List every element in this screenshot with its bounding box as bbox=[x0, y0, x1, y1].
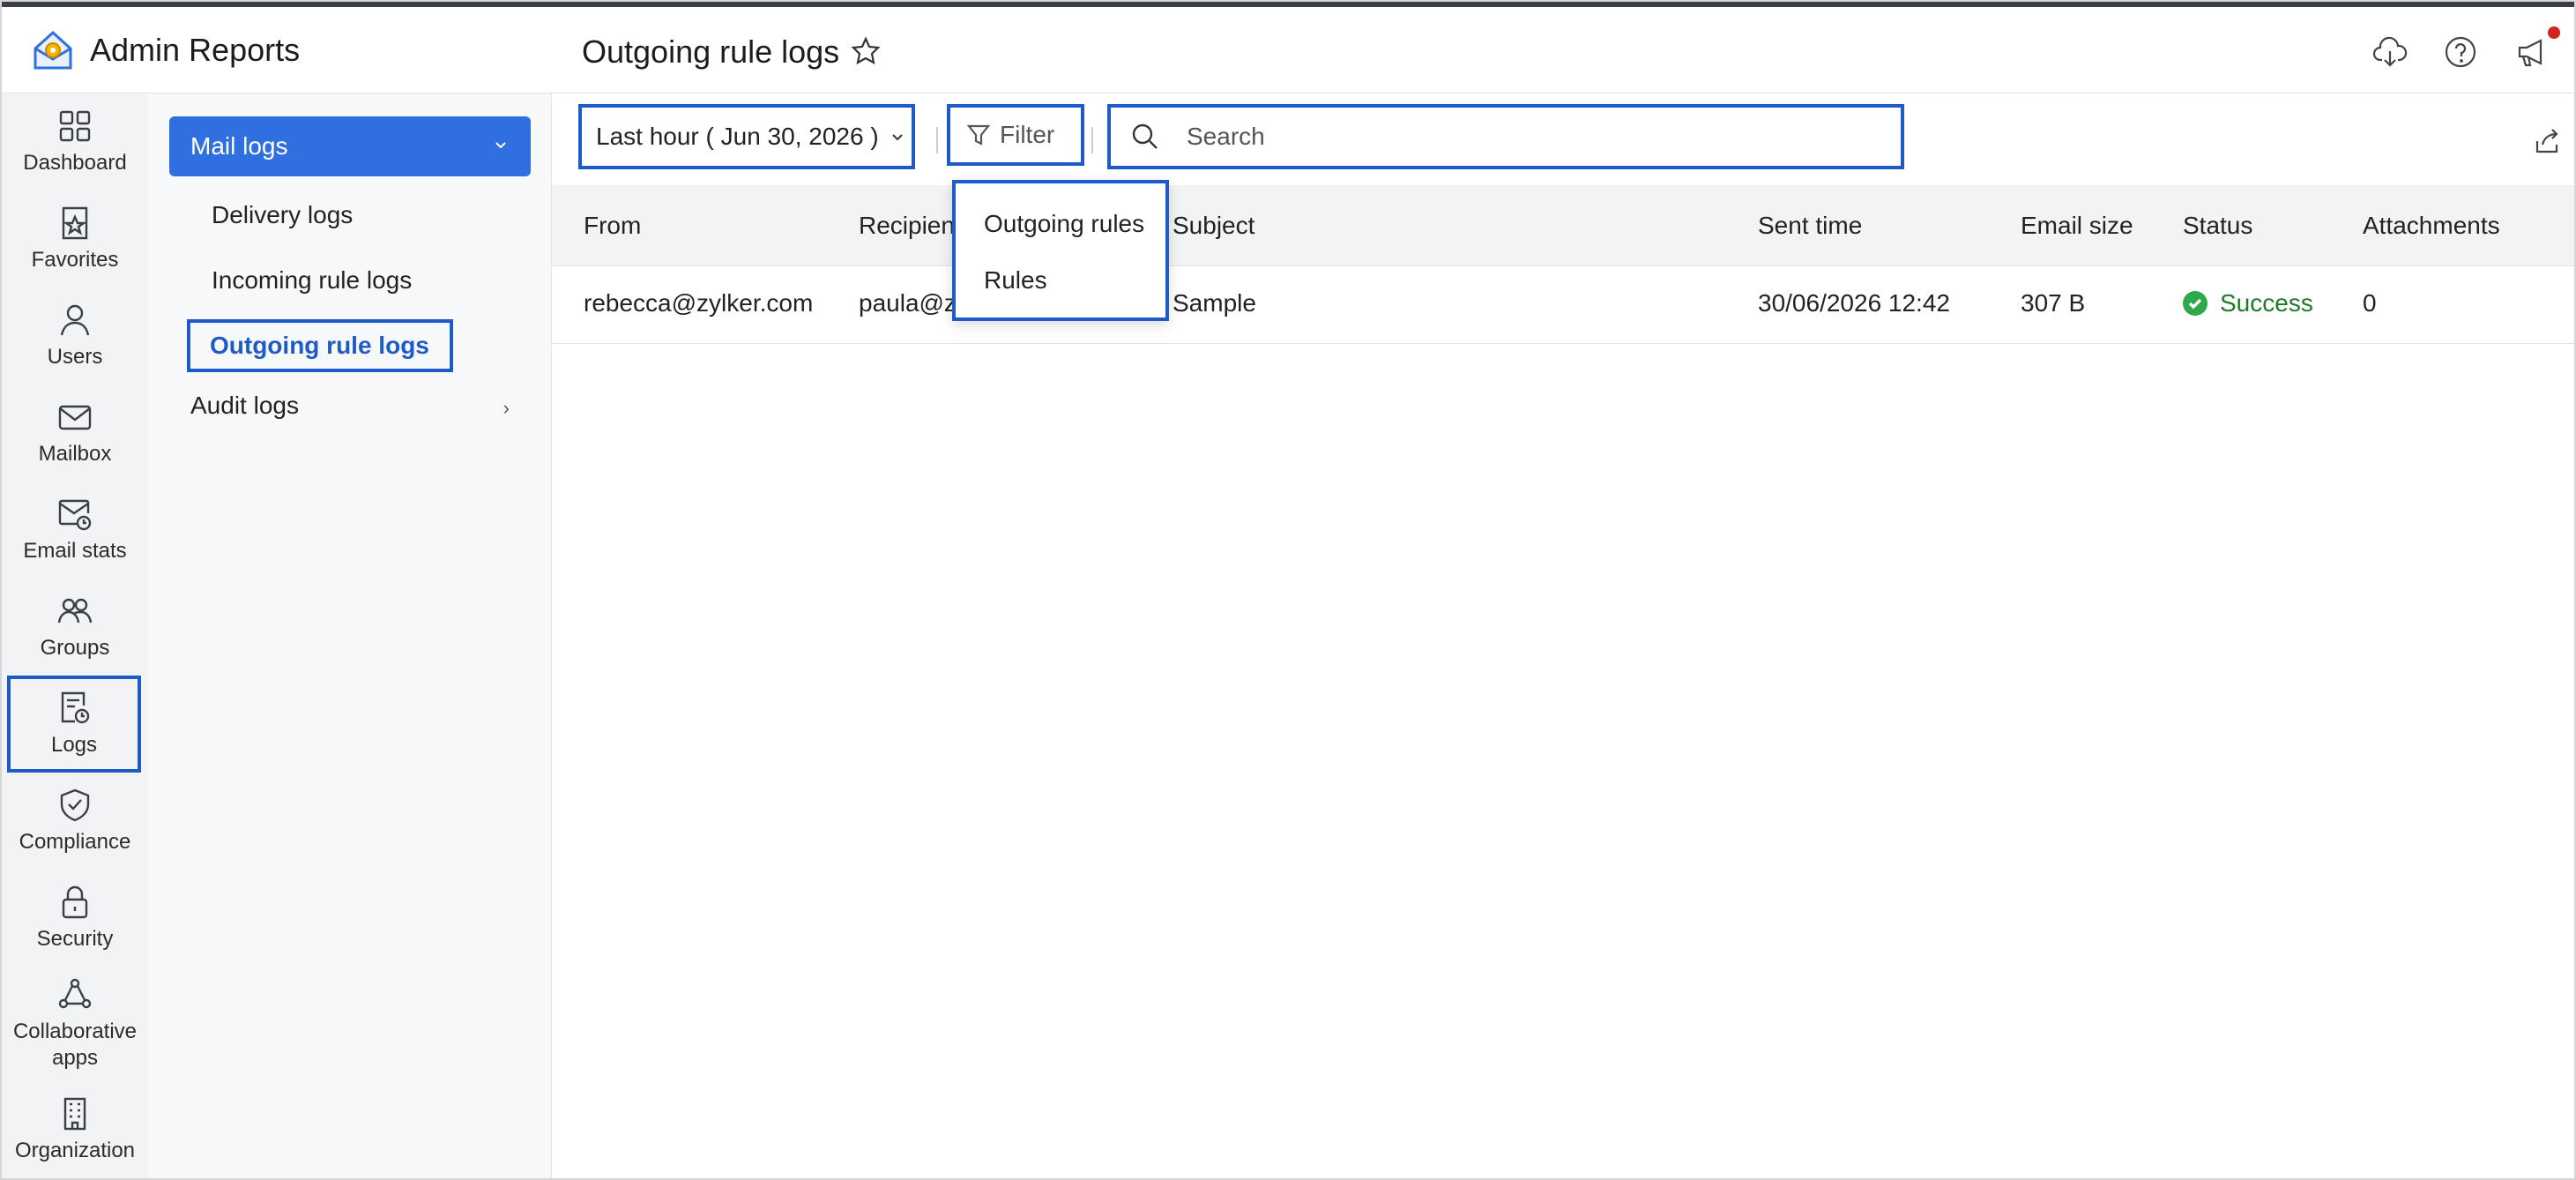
rail-label: Users bbox=[47, 345, 103, 369]
rail-item-groups[interactable]: Groups bbox=[2, 579, 148, 676]
admin-reports-logo-icon bbox=[34, 30, 72, 69]
filter-icon bbox=[966, 124, 991, 146]
cloud-download-icon bbox=[2372, 36, 2408, 67]
rail-label: Dashboard bbox=[23, 151, 127, 175]
favorites-icon bbox=[62, 206, 88, 240]
filter-label: Filter bbox=[1000, 121, 1055, 148]
cell-email-size: 307 B bbox=[2021, 289, 2086, 317]
status-badge: Success bbox=[2183, 289, 2313, 317]
divider bbox=[1091, 127, 1093, 153]
mail-icon bbox=[58, 405, 92, 430]
column-header-from[interactable]: From bbox=[584, 212, 641, 240]
rail-item-email-stats[interactable]: Email stats bbox=[2, 482, 148, 579]
shield-check-icon bbox=[60, 788, 90, 822]
app-window: Admin Reports Dashboard Favorites Users … bbox=[0, 0, 2576, 1180]
rail-item-collaborative-apps[interactable]: Collaborative apps bbox=[2, 967, 148, 1081]
column-header-status[interactable]: Status bbox=[2183, 212, 2252, 240]
search-icon bbox=[1132, 123, 1158, 149]
chevron-down-icon bbox=[495, 142, 506, 149]
rail-label: Groups bbox=[40, 636, 110, 660]
rail-label: Favorites bbox=[31, 248, 119, 272]
page-header: Outgoing rule logs bbox=[552, 7, 2574, 93]
audit-logs-item[interactable]: Audit logs › bbox=[190, 392, 510, 420]
table-header: From Recipient Subject Sent time Email s… bbox=[552, 185, 2574, 266]
column-header-attachments[interactable]: Attachments bbox=[2363, 212, 2500, 240]
cell-subject: Sample bbox=[1173, 289, 1256, 317]
mail-logs-label: Mail logs bbox=[190, 132, 288, 160]
megaphone-icon bbox=[2518, 39, 2542, 67]
column-header-subject[interactable]: Subject bbox=[1173, 212, 1254, 240]
share-export-icon bbox=[2535, 129, 2558, 153]
rail-item-logs[interactable]: Logs bbox=[7, 676, 141, 773]
column-header-sent-time[interactable]: Sent time bbox=[1758, 212, 1862, 240]
divider bbox=[936, 127, 938, 153]
column-header-email-size[interactable]: Email size bbox=[2021, 212, 2133, 240]
filter-button[interactable]: Filter bbox=[947, 104, 1084, 166]
help-icon bbox=[2445, 36, 2476, 68]
user-icon bbox=[60, 304, 90, 336]
rail-item-compliance[interactable]: Compliance bbox=[2, 773, 148, 870]
cell-attachments: 0 bbox=[2363, 289, 2377, 317]
rail-label: Security bbox=[36, 927, 114, 951]
rail-item-mailbox[interactable]: Mailbox bbox=[2, 385, 148, 482]
logs-table: From Recipient Subject Sent time Email s… bbox=[552, 185, 2574, 1178]
status-text: Success bbox=[2220, 289, 2313, 317]
icon-rail: Dashboard Favorites Users Mailbox Email … bbox=[2, 93, 148, 1178]
rail-label: Email stats bbox=[23, 539, 127, 563]
app-title: Admin Reports bbox=[90, 31, 301, 68]
star-icon[interactable] bbox=[850, 35, 882, 67]
mail-clock-icon bbox=[58, 499, 92, 531]
rail-item-users[interactable]: Users bbox=[2, 288, 148, 385]
sub-item-delivery-logs[interactable]: Delivery logs bbox=[212, 201, 353, 229]
announcements-button[interactable] bbox=[2514, 34, 2551, 71]
mail-logs-group-button[interactable]: Mail logs bbox=[169, 116, 531, 176]
brand: Admin Reports bbox=[2, 7, 552, 93]
menu-item-outgoing-rules[interactable]: Outgoing rules bbox=[984, 210, 1144, 238]
rail-label: Organization bbox=[14, 1139, 136, 1162]
cell-from: rebecca@zylker.com bbox=[584, 289, 814, 317]
collab-icon bbox=[58, 978, 92, 1009]
chevron-right-icon: › bbox=[503, 397, 510, 419]
audit-logs-label: Audit logs bbox=[190, 392, 299, 419]
lock-icon bbox=[62, 885, 88, 919]
table-row[interactable]: rebecca@zylker.com paula@zy Sample 30/06… bbox=[552, 266, 2574, 344]
building-icon bbox=[63, 1097, 86, 1131]
rail-label: Logs bbox=[50, 733, 98, 757]
rail-item-dashboard[interactable]: Dashboard bbox=[2, 93, 148, 190]
sub-navigation: Mail logs Delivery logs Incoming rule lo… bbox=[148, 93, 552, 1178]
rail-label: Mailbox bbox=[38, 442, 112, 466]
menu-item-rules[interactable]: Rules bbox=[984, 266, 1047, 295]
download-button[interactable] bbox=[2371, 34, 2408, 71]
rail-item-security[interactable]: Security bbox=[2, 870, 148, 967]
rail-item-organization[interactable]: Organization bbox=[2, 1081, 148, 1178]
page-title: Outgoing rule logs bbox=[582, 34, 840, 70]
notification-dot bbox=[2548, 26, 2560, 39]
rail-item-favorites[interactable]: Favorites bbox=[2, 190, 148, 288]
groups-icon bbox=[57, 598, 93, 624]
rail-label: Collaborative apps bbox=[12, 1019, 138, 1070]
filter-dropdown-menu: Outgoing rules Rules bbox=[952, 180, 1169, 321]
help-button[interactable] bbox=[2442, 34, 2479, 71]
column-header-recipient[interactable]: Recipient bbox=[859, 212, 962, 240]
cell-sent-time: 30/06/2026 12:42 bbox=[1758, 289, 1950, 317]
sub-item-incoming-rule-logs[interactable]: Incoming rule logs bbox=[212, 266, 412, 295]
toolbar: Last hour ( Jun 30, 2026 ) Filter bbox=[552, 93, 2574, 185]
grid-icon bbox=[59, 110, 91, 142]
time-range-label: Last hour ( Jun 30, 2026 ) bbox=[596, 123, 879, 150]
chevron-down-icon bbox=[891, 134, 903, 141]
check-circle-icon bbox=[2183, 291, 2207, 316]
search-box[interactable] bbox=[1107, 104, 1904, 169]
sub-item-outgoing-rule-logs[interactable]: Outgoing rule logs bbox=[187, 319, 453, 372]
logs-icon bbox=[61, 691, 90, 724]
export-button[interactable] bbox=[2532, 125, 2562, 155]
search-input[interactable] bbox=[1187, 123, 1874, 151]
time-range-select[interactable]: Last hour ( Jun 30, 2026 ) bbox=[578, 104, 915, 169]
rail-label: Compliance bbox=[19, 830, 131, 854]
